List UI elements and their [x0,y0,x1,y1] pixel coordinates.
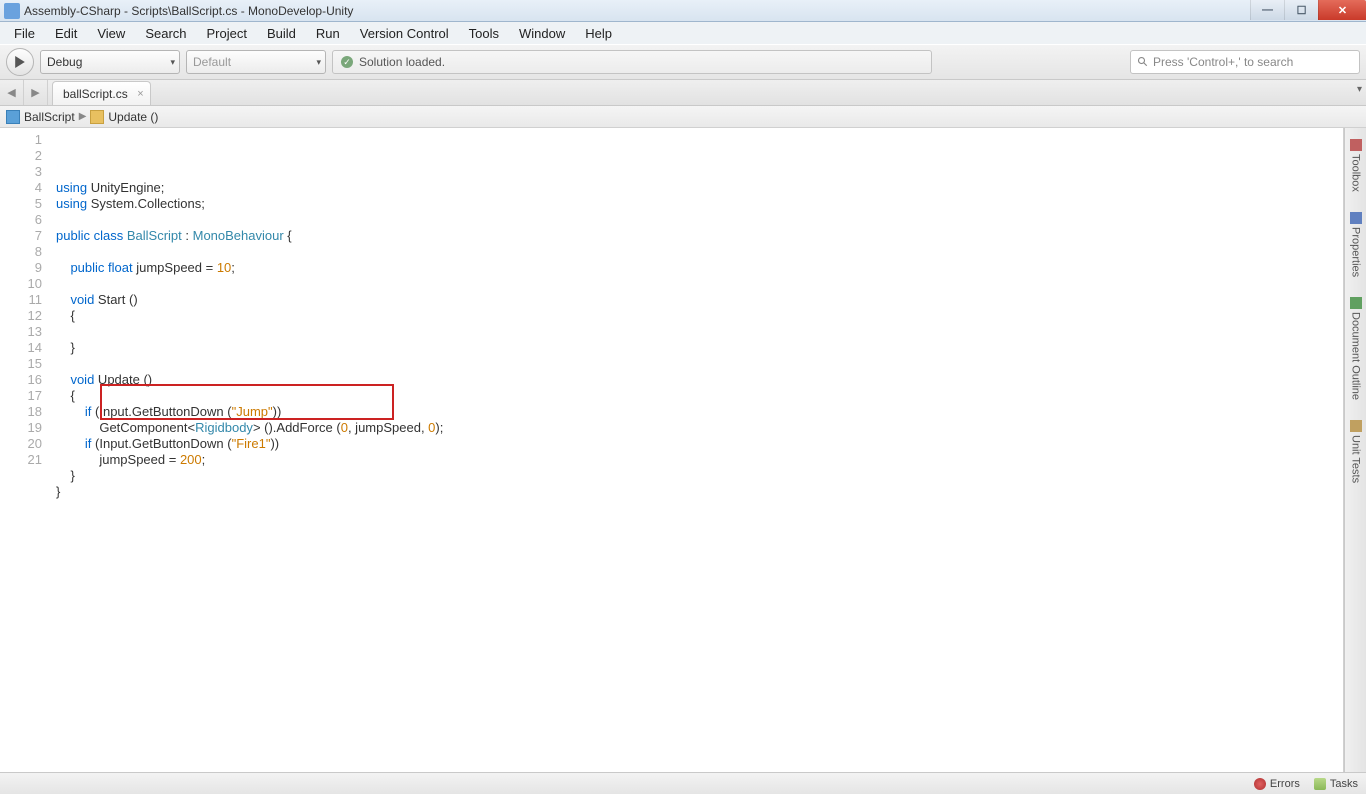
menu-view[interactable]: View [87,24,135,43]
breadcrumb-class[interactable]: BallScript [24,110,75,124]
code-line[interactable]: } [56,340,1343,356]
toolbar: Debug ▾ Default ▾ ✓ Solution loaded. Pre… [0,44,1366,80]
run-button[interactable] [6,48,34,76]
menu-edit[interactable]: Edit [45,24,87,43]
menu-file[interactable]: File [4,24,45,43]
target-label: Default [193,55,231,69]
status-pill: ✓ Solution loaded. [332,50,932,74]
side-dock: Toolbox Properties Document Outline Unit Te… [1344,128,1366,772]
tasks-label: Tasks [1330,778,1358,790]
menu-help[interactable]: Help [575,24,622,43]
menu-tools[interactable]: Tools [459,24,509,43]
target-dropdown[interactable]: Default ▾ [186,50,326,74]
panel-icon [1350,297,1362,309]
app-icon [4,3,20,19]
breadcrumb: BallScript ▶ Update () [0,106,1366,128]
play-icon [14,56,26,68]
config-dropdown[interactable]: Debug ▾ [40,50,180,74]
search-icon [1137,56,1149,68]
sidetab-label: Document Outline [1350,312,1362,400]
class-icon [6,110,20,124]
status-text: Solution loaded. [359,55,445,69]
code-line[interactable] [56,356,1343,372]
nav-back-button[interactable]: ◀ [0,80,24,105]
menu-project[interactable]: Project [197,24,257,43]
panel-icon [1350,420,1362,432]
sidetab-label: Properties [1350,227,1362,277]
code-line[interactable]: if (Input.GetButtonDown ("Fire1")) [56,436,1343,452]
editor[interactable]: 123456789101112131415161718192021 using … [0,128,1344,772]
code-line[interactable]: jumpSpeed = 200; [56,452,1343,468]
tab-ballscript[interactable]: ballScript.cs × [52,81,151,105]
tab-label: ballScript.cs [63,87,128,101]
main-area: 123456789101112131415161718192021 using … [0,128,1366,772]
code-line[interactable]: { [56,308,1343,324]
menu-bar: FileEditViewSearchProjectBuildRunVersion… [0,22,1366,44]
sidetab-document-outline[interactable]: Document Outline [1347,290,1365,407]
window-titlebar: Assembly-CSharp - Scripts\BallScript.cs … [0,0,1366,22]
minimize-button[interactable]: — [1250,0,1284,20]
code-line[interactable]: void Update () [56,372,1343,388]
errors-button[interactable]: Errors [1254,778,1300,790]
panel-icon [1350,212,1362,224]
code-line[interactable] [56,324,1343,340]
code-line[interactable] [56,500,1343,516]
line-gutter: 123456789101112131415161718192021 [0,128,50,772]
menu-run[interactable]: Run [306,24,350,43]
chevron-down-icon: ▾ [316,57,321,68]
menu-version-control[interactable]: Version Control [350,24,459,43]
panel-icon [1350,139,1362,151]
code-line[interactable]: { [56,388,1343,404]
code-line[interactable] [56,244,1343,260]
code-line[interactable]: public class BallScript : MonoBehaviour … [56,228,1343,244]
window-buttons: — ☐ ✕ [1250,0,1366,20]
tab-bar: ◀ ▶ ballScript.cs × ▾ [0,80,1366,106]
menu-window[interactable]: Window [509,24,575,43]
tasks-icon [1314,778,1326,790]
code-line[interactable]: } [56,484,1343,500]
code-line[interactable] [56,212,1343,228]
code-line[interactable]: } [56,468,1343,484]
code-line[interactable] [56,276,1343,292]
sidetab-toolbox[interactable]: Toolbox [1347,132,1365,199]
errors-label: Errors [1270,778,1300,790]
code-line[interactable]: if (Input.GetButtonDown ("Jump")) [56,404,1343,420]
menu-build[interactable]: Build [257,24,306,43]
tab-overflow-button[interactable]: ▾ [1357,84,1362,95]
window-title: Assembly-CSharp - Scripts\BallScript.cs … [24,4,353,18]
code-line[interactable]: using UnityEngine; [56,180,1343,196]
sidetab-label: Unit Tests [1350,435,1362,483]
code-area[interactable]: using UnityEngine;using System.Collectio… [50,128,1343,772]
search-input[interactable]: Press 'Control+,' to search [1130,50,1360,74]
code-line[interactable]: using System.Collections; [56,196,1343,212]
config-label: Debug [47,55,82,69]
search-placeholder: Press 'Control+,' to search [1153,55,1293,69]
chevron-right-icon: ▶ [79,111,87,122]
check-icon: ✓ [341,56,353,68]
status-bar: Errors Tasks [0,772,1366,794]
close-button[interactable]: ✕ [1318,0,1366,20]
breadcrumb-method[interactable]: Update () [108,110,158,124]
sidetab-label: Toolbox [1350,154,1362,192]
nav-forward-button[interactable]: ▶ [24,80,48,105]
maximize-button[interactable]: ☐ [1284,0,1318,20]
code-line[interactable]: GetComponent<Rigidbody> ().AddForce (0, … [56,420,1343,436]
chevron-down-icon: ▾ [170,57,175,68]
code-line[interactable]: public float jumpSpeed = 10; [56,260,1343,276]
code-line[interactable]: void Start () [56,292,1343,308]
method-icon [90,110,104,124]
sidetab-unit-tests[interactable]: Unit Tests [1347,413,1365,490]
close-icon[interactable]: × [137,88,143,100]
errors-icon [1254,778,1266,790]
menu-search[interactable]: Search [135,24,196,43]
sidetab-properties[interactable]: Properties [1347,205,1365,284]
tasks-button[interactable]: Tasks [1314,778,1358,790]
